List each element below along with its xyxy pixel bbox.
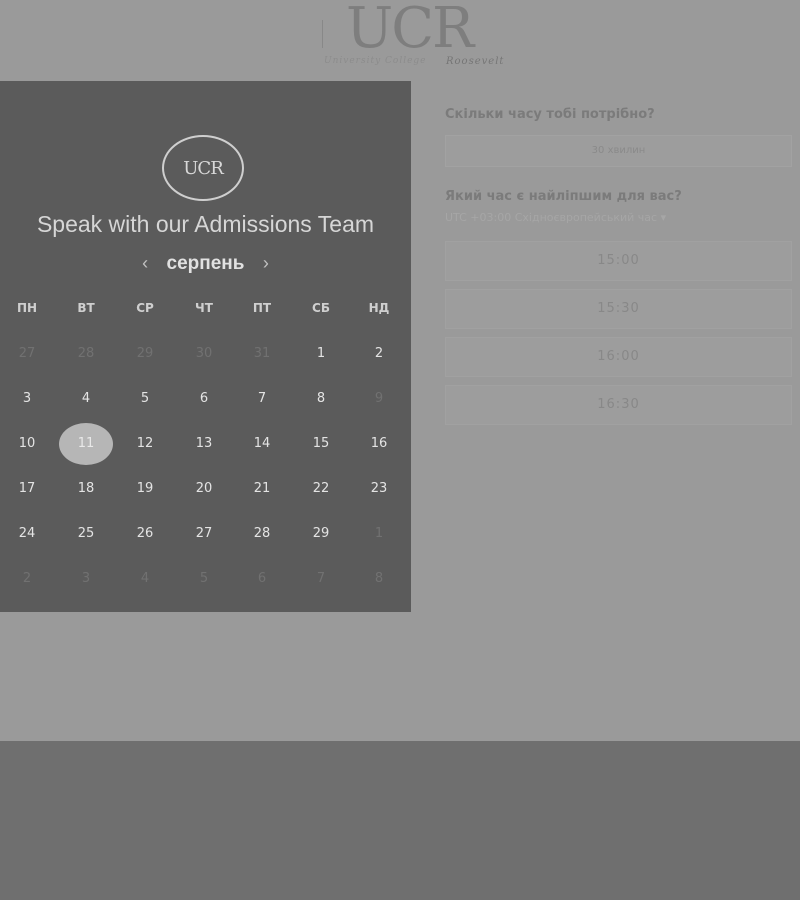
logo-tagline-left: University College [324,56,427,66]
calendar-day[interactable]: 5 [184,568,224,590]
calendar-day[interactable]: 7 [301,568,341,590]
timezone-select[interactable]: UTC +03:00 Східноєвропейський час ▾ [445,211,666,224]
month-navigation: ‹ серпень › [0,253,411,275]
logo-divider [322,20,323,48]
calendar-day[interactable]: 18 [66,478,106,500]
badge-text: UCR [183,157,223,179]
calendar-day[interactable]: 9 [359,388,399,410]
weekday-label: СР [136,301,154,315]
calendar-day[interactable]: 8 [301,388,341,410]
prev-month-button[interactable]: ‹ [128,253,162,274]
calendar-day[interactable]: 6 [242,568,282,590]
calendar-day[interactable]: 2 [7,568,47,590]
weekday-header: ПН ВТ СР ЧТ ПТ СБ НД [0,301,411,321]
weekday-label: ПН [16,301,38,315]
calendar-day[interactable]: 15 [301,433,341,455]
calendar-day[interactable]: 7 [242,388,282,410]
calendar-day[interactable]: 29 [125,343,165,365]
calendar-day[interactable]: 11 [66,433,106,455]
calendar-day[interactable]: 10 [7,433,47,455]
panel-title: Speak with our Admissions Team [36,211,375,237]
weekday-label: ВТ [77,301,95,315]
next-month-button[interactable]: › [249,253,283,274]
scheduler-panel: UCR Speak with our Admissions Team ‹ сер… [0,81,411,612]
time-slot-button[interactable]: 15:00 [445,241,792,281]
calendar-day[interactable]: 24 [7,523,47,545]
calendar-day[interactable]: 3 [7,388,47,410]
calendar-day[interactable]: 17 [7,478,47,500]
weekday-label: СБ [312,301,330,315]
calendar-grid: 27 28 29 30 31 1 2 3 4 5 6 7 8 9 10 11 12 13 14 15 16 17 18 19 2… [0,346,411,621]
calendar-day[interactable]: 21 [242,478,282,500]
calendar-day[interactable]: 19 [125,478,165,500]
duration-select[interactable]: 30 хвилин [445,135,792,167]
calendar-day[interactable]: 27 [184,523,224,545]
calendar-day[interactable]: 12 [125,433,165,455]
weekday-label: ПТ [252,301,272,315]
calendar-day[interactable]: 16 [359,433,399,455]
page-footer-band [0,741,800,900]
calendar-day[interactable]: 4 [66,388,106,410]
weekday-label: ЧТ [195,301,213,315]
time-slot-button[interactable]: 15:30 [445,289,792,329]
time-slot-button[interactable]: 16:00 [445,337,792,377]
calendar-day[interactable]: 8 [359,568,399,590]
current-month: серпень [166,253,245,274]
calendar-day[interactable]: 13 [184,433,224,455]
ucr-badge-icon: UCR [162,135,244,201]
calendar-day[interactable]: 26 [125,523,165,545]
calendar-day[interactable]: 30 [184,343,224,365]
calendar-day[interactable]: 28 [242,523,282,545]
calendar-day[interactable]: 1 [301,343,341,365]
calendar-day[interactable]: 29 [301,523,341,545]
calendar-day[interactable]: 28 [66,343,106,365]
calendar-day[interactable]: 27 [7,343,47,365]
calendar-day[interactable]: 14 [242,433,282,455]
booking-options: Скільки часу тобі потрібно? 30 хвилин Як… [445,0,800,740]
time-question: Який час є найліпшим для вас? [445,189,682,204]
calendar-day[interactable]: 25 [66,523,106,545]
calendar-day[interactable]: 3 [66,568,106,590]
calendar-day[interactable]: 22 [301,478,341,500]
time-slot-button[interactable]: 16:30 [445,385,792,425]
weekday-label: НД [368,301,390,315]
calendar-day[interactable]: 6 [184,388,224,410]
calendar-day[interactable]: 23 [359,478,399,500]
calendar-day[interactable]: 5 [125,388,165,410]
calendar-day[interactable]: 1 [359,523,399,545]
calendar-day[interactable]: 20 [184,478,224,500]
duration-question: Скільки часу тобі потрібно? [445,107,655,122]
calendar-day[interactable]: 31 [242,343,282,365]
calendar-day[interactable]: 4 [125,568,165,590]
calendar-day[interactable]: 2 [359,343,399,365]
